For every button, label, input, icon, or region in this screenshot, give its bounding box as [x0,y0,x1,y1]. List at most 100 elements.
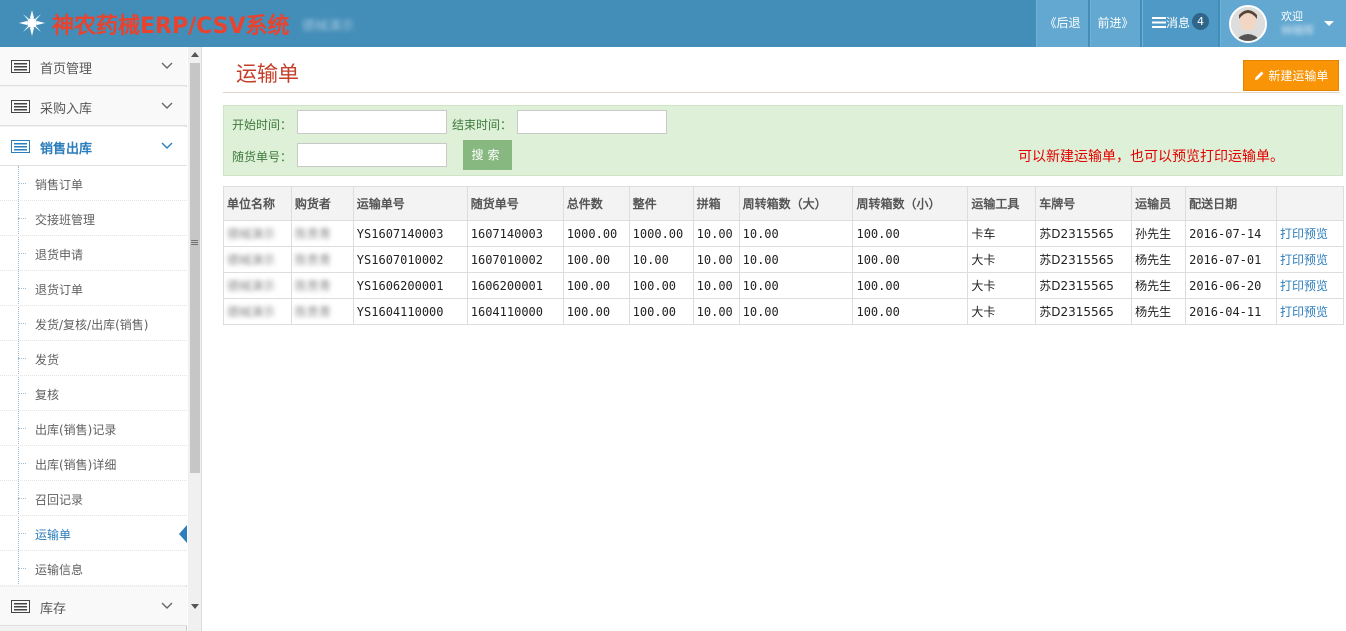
sidebar-item-review[interactable]: 复核 [0,376,187,411]
table-row: 德械演示 陈贵青 YS1607140003 1607140003 1000.00 1000… [223,220,1345,247]
scroll-up-icon[interactable] [191,52,199,57]
tree-dash [18,428,26,429]
tree-dash [18,463,26,464]
sidebar-item-shift-handover[interactable]: 交接班管理 [0,201,187,236]
sidebar-menu-sales[interactable]: 销售出库 [0,127,187,166]
sidebar-item-transport-info[interactable]: 运输信息 [0,551,187,586]
table-cell-value: 100.00 [632,278,677,293]
table-cell-value: 10.00 [696,278,733,293]
table-cell: 德械演示 [223,220,292,247]
sidebar-item-label: 交接班管理 [35,213,96,227]
sidebar-item-label: 销售订单 [35,178,84,192]
sidebar-menu-purchase[interactable]: 采购入库 [0,87,187,126]
table-cell-value: 2016-06-20 [1189,278,1262,293]
sidebar-item-label: 复核 [35,388,60,402]
tree-dash [18,358,26,359]
sidebar-collapse-grip-icon[interactable]: ≡ [190,236,199,249]
table-cell-value: 德械演示 [227,279,276,293]
table-cell[interactable]: 打印预览 [1275,298,1345,325]
chevron-down-icon [161,102,173,109]
table-cell-value: 1607010002 [470,252,543,267]
table-cell-value: YS1604110000 [356,304,444,319]
table-cell[interactable]: 打印预览 [1275,272,1345,299]
table-cell-value: 杨先生 [1135,279,1172,293]
table-cell: YS1606200001 [352,272,468,299]
table-cell: 10.00 [628,246,694,273]
table-cell: 10.00 [692,220,740,247]
start-time-input[interactable] [297,110,447,134]
table-cell-value: 1000.00 [632,226,684,241]
sidebar-item-ship[interactable]: 发货 [0,341,187,376]
print-preview-link[interactable]: 打印预览 [1280,253,1328,267]
column-header: 拼箱 [692,186,740,221]
back-button[interactable]: 《后退 [1036,0,1088,47]
table-cell: 大卡 [967,246,1037,273]
table-cell: 2016-06-20 [1185,272,1277,299]
sidebar-menu-label: 库存 [40,602,67,617]
table-cell-value: 1604110000 [470,304,543,319]
sidebar-menu-home[interactable]: 首页管理 [0,47,187,86]
table-cell: 100.00 [852,272,969,299]
active-indicator-icon [179,525,187,543]
column-header: 周转箱数（小） [852,186,969,221]
table-row: 德械演示 陈贵青 YS1607010002 1607010002 100.00 10.00… [223,246,1345,273]
sidebar-scrollbar[interactable] [188,47,202,631]
sidebar-item-waybill[interactable]: 运输单 [0,516,187,551]
table-cell-value: 100.00 [566,304,611,319]
table-cell: 德械演示 [223,298,292,325]
table-cell-value: YS1606200001 [356,278,444,293]
column-header: 单位名称 [223,186,292,221]
table-cell-value: 德械演示 [227,305,276,319]
table-cell[interactable]: 打印预览 [1275,220,1345,247]
sidebar-item-outbound-records[interactable]: 出库(销售)记录 [0,411,187,446]
table-cell-value: 10.00 [742,226,779,241]
new-waybill-button[interactable]: 新建运输单 [1243,60,1339,91]
end-time-input[interactable] [517,110,667,134]
sidebar-item-outbound-details[interactable]: 出库(销售)详细 [0,446,187,481]
print-preview-link[interactable]: 打印预览 [1280,227,1328,241]
column-header: 周转箱数（大） [738,186,854,221]
messages-button[interactable]: 消息 4 [1142,0,1218,47]
table-cell: 大卡 [967,298,1037,325]
column-header: 运输单号 [352,186,468,221]
sidebar-menu-inventory[interactable]: 库存 [0,587,187,626]
sidebar-item-recall-records[interactable]: 召回记录 [0,481,187,516]
table-cell-value: 德械演示 [227,227,276,241]
tree-dash [18,323,26,324]
print-preview-link[interactable]: 打印预览 [1280,279,1328,293]
table-cell-value: 陈贵青 [294,253,331,267]
sidebar-item-return-request[interactable]: 退货申请 [0,236,187,271]
table-cell: 100.00 [628,272,694,299]
sidebar-item-return-order[interactable]: 退货订单 [0,271,187,306]
hint-text: 可以新建运输单，也可以预览打印运输单。 [1018,149,1284,165]
table-cell: 100.00 [852,298,969,325]
user-menu[interactable]: 欢迎 林晓晖 [1220,0,1346,47]
table-cell: 100.00 [562,246,630,273]
table-cell: 苏D2315565 [1035,220,1133,247]
table-cell[interactable]: 打印预览 [1275,246,1345,273]
list-icon [11,100,30,113]
sidebar-item-sales-order[interactable]: 销售订单 [0,166,187,201]
print-preview-link[interactable]: 打印预览 [1280,305,1328,319]
column-header: 随货单号 [466,186,564,221]
table-cell-value: 2016-07-14 [1189,226,1262,241]
scroll-thumb[interactable] [190,63,200,473]
tree-dash [18,498,26,499]
table-cell-value: 2016-07-01 [1189,252,1262,267]
scroll-down-icon[interactable] [191,604,199,609]
chevron-down-icon [161,62,173,69]
title-divider [223,92,1340,93]
forward-button[interactable]: 前进》 [1090,0,1140,47]
table-cell: 100.00 [852,246,969,273]
waybill-number-input[interactable] [297,143,447,167]
search-button[interactable]: 搜索 [463,140,512,170]
table-cell: YS1604110000 [352,298,468,325]
column-header: 车牌号 [1035,186,1133,221]
page-title: 运输单 [236,62,299,86]
avatar [1229,5,1267,43]
table-cell-value: 孙先生 [1135,227,1172,241]
table-cell-value: 大卡 [971,279,996,293]
table-cell-value: 陈贵青 [294,227,331,241]
table-row: 德械演示 陈贵青 YS1606200001 1606200001 100.00 100.0… [223,272,1345,299]
sidebar-item-ship-review-out[interactable]: 发货/复核/出库(销售) [0,306,187,341]
